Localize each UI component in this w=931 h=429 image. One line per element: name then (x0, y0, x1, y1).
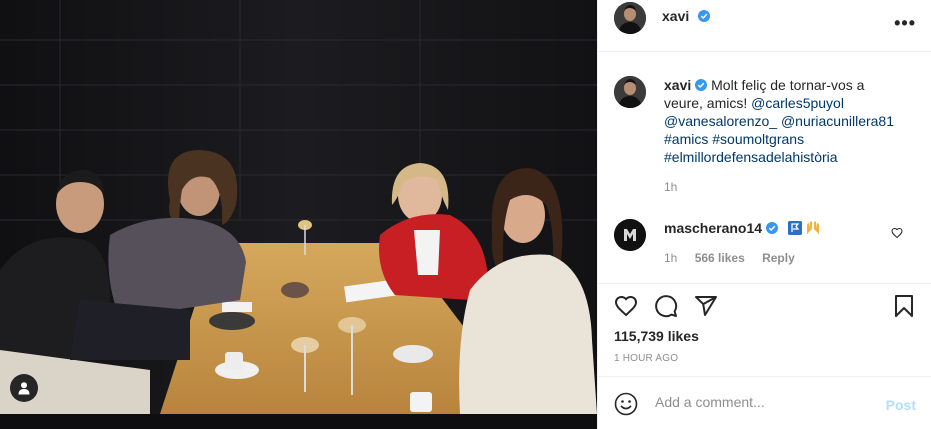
instagram-post-modal: xavi ••• xavi Molt feliç de tornar-vos a… (0, 0, 931, 429)
emoji-button[interactable] (614, 392, 638, 421)
like-button[interactable] (614, 294, 638, 323)
comment-icon (655, 295, 678, 318)
hashtag-link[interactable]: #soumoltgrans (712, 131, 804, 147)
heart-icon (614, 295, 638, 317)
caption-time: 1h (664, 180, 678, 194)
commenter-avatar[interactable] (614, 219, 646, 251)
mention-link[interactable]: @vanesalorenzo_ (664, 113, 777, 129)
mention-link[interactable]: @carles5puyol (751, 95, 844, 111)
mention-link[interactable]: @nuriacunillera81 (781, 113, 894, 129)
save-icon (895, 295, 913, 317)
post-comment-button[interactable]: Post (886, 397, 916, 413)
more-options-icon[interactable]: ••• (894, 14, 916, 32)
author-username[interactable]: xavi (662, 8, 689, 24)
share-button[interactable] (694, 294, 718, 323)
post-details-panel: xavi ••• xavi Molt feliç de tornar-vos a… (597, 0, 931, 429)
reply-button[interactable]: Reply (762, 251, 795, 265)
caption-author-avatar[interactable] (614, 76, 646, 108)
flag-emoji-icon (787, 221, 802, 235)
share-icon (695, 296, 717, 316)
action-bar (598, 283, 931, 318)
comment-author[interactable]: mascherano14 (664, 220, 762, 236)
comment-meta: 1h 566 likes Reply (664, 251, 809, 265)
verified-badge-icon (766, 222, 779, 234)
hashtag-link[interactable]: #amics (664, 131, 708, 147)
post-photo[interactable] (0, 0, 597, 429)
post-time-ago[interactable]: 1 HOUR AGO (614, 353, 678, 364)
add-comment-input[interactable] (653, 393, 857, 411)
verified-badge-icon (695, 79, 708, 91)
raised-hands-emoji-icon (806, 221, 819, 234)
avatar-image (614, 219, 646, 251)
add-comment-bar: Post (598, 376, 931, 429)
emoji-icon (614, 392, 638, 416)
author-avatar[interactable] (614, 2, 646, 34)
verified-badge-icon (697, 10, 710, 22)
comment-likes[interactable]: 566 likes (695, 251, 745, 265)
likes-count[interactable]: 115,739 likes (614, 328, 699, 344)
caption-author[interactable]: xavi (664, 77, 691, 93)
avatar-image (614, 2, 646, 34)
comment: mascherano14 (664, 219, 904, 237)
user-tag-icon (18, 382, 30, 395)
comment-like-icon[interactable] (891, 226, 903, 244)
user-tag-button[interactable] (10, 374, 38, 402)
post-header: xavi ••• (598, 0, 931, 52)
comment-time: 1h (664, 251, 678, 265)
post-photo-image (0, 0, 597, 429)
post-caption: xavi Molt feliç de tornar-vos a veure, a… (664, 76, 904, 196)
comment-button[interactable] (654, 294, 678, 323)
hashtag-link[interactable]: #elmillordefensadelahistòria (664, 149, 838, 165)
save-button[interactable] (892, 294, 916, 323)
avatar-image (614, 76, 646, 108)
